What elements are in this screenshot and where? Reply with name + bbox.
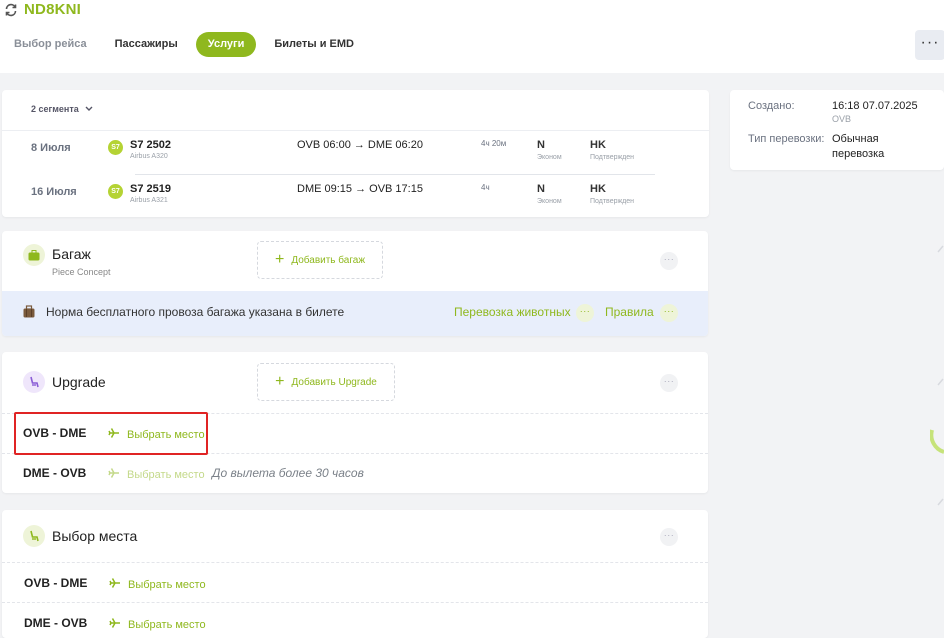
pnr-code: ND8KNI bbox=[24, 1, 82, 18]
transport-type-label: Тип перевозки: bbox=[748, 133, 825, 145]
segment-status-name: Подтвержден bbox=[590, 154, 635, 161]
background-decoration bbox=[930, 245, 944, 506]
top-bar: ND8KNI Выбор рейса Пассажиры Услуги Биле… bbox=[0, 0, 944, 73]
more-options-button[interactable]: ··· bbox=[915, 30, 944, 60]
baggage-more-button[interactable]: ··· bbox=[660, 252, 678, 270]
created-location: OVB bbox=[832, 114, 852, 124]
flight-number: S7 2502 bbox=[130, 139, 171, 151]
chevron-down-icon bbox=[85, 104, 93, 114]
plus-icon: + bbox=[275, 373, 285, 390]
baggage-info-band: Норма бесплатного провоза багажа указана… bbox=[2, 291, 708, 336]
divider bbox=[2, 562, 708, 563]
transport-type-value: Обычная bbox=[832, 133, 879, 145]
segment-status: HK bbox=[590, 183, 606, 195]
segment-route: OVB 06:00 → DME 06:20 bbox=[297, 139, 423, 151]
tab-tickets-emd[interactable]: Билеты и EMD bbox=[264, 32, 364, 57]
seat-selection-title: Выбор места bbox=[52, 528, 138, 544]
airplane-icon bbox=[109, 577, 121, 592]
segment-route: DME 09:15 → OVB 17:15 bbox=[297, 183, 423, 195]
tab-services[interactable]: Услуги bbox=[195, 32, 257, 57]
seat-selection-card: Выбор места ··· OVB - DME Выбрать место … bbox=[2, 510, 708, 638]
divider bbox=[2, 602, 708, 603]
pnr-header: ND8KNI bbox=[4, 1, 81, 18]
upgrade-more-button[interactable]: ··· bbox=[660, 374, 678, 392]
select-seat-button[interactable]: Выбрать место bbox=[109, 577, 206, 592]
tab-flight-selection[interactable]: Выбор рейса bbox=[4, 32, 97, 57]
baggage-title: Багаж bbox=[52, 246, 91, 262]
segment-row[interactable]: 8 Июля S7 S7 2502 Airbus A320 OVB 06:00 … bbox=[2, 136, 709, 168]
segment-date: 8 Июля bbox=[31, 142, 71, 154]
baggage-card: Багаж Piece Concept + Добавить багаж ···… bbox=[2, 231, 708, 336]
pet-transport-more-button[interactable]: ··· bbox=[576, 304, 594, 322]
airplane-icon bbox=[108, 467, 120, 482]
add-baggage-button[interactable]: + Добавить багаж bbox=[257, 241, 383, 279]
airline-logo-icon: S7 bbox=[108, 140, 123, 155]
created-value: 16:18 07.07.2025 bbox=[832, 100, 918, 112]
divider bbox=[2, 130, 709, 131]
add-upgrade-label: Добавить Upgrade bbox=[291, 376, 377, 388]
segments-count: 2 сегмента bbox=[31, 104, 79, 114]
upgrade-note: До вылета более 30 часов bbox=[212, 466, 364, 480]
baggage-allowance-note: Норма бесплатного провоза багажа указана… bbox=[46, 305, 345, 319]
luggage-icon bbox=[22, 305, 36, 322]
airline-logo-icon: S7 bbox=[108, 184, 123, 199]
select-seat-label: Выбрать место bbox=[128, 618, 206, 631]
segment-divider bbox=[135, 174, 655, 175]
segment-row[interactable]: 16 Июля S7 S7 2519 Airbus A321 DME 09:15… bbox=[2, 180, 709, 212]
tab-bar: Выбор рейса Пассажиры Услуги Билеты и EM… bbox=[4, 32, 372, 57]
segment-duration: 4ч bbox=[481, 183, 490, 192]
pet-transport-link[interactable]: Перевозка животных bbox=[454, 305, 571, 319]
booking-class: N bbox=[537, 139, 545, 151]
rules-link[interactable]: Правила bbox=[605, 305, 654, 319]
upgrade-route: DME - OVB bbox=[23, 466, 87, 480]
airplane-icon bbox=[109, 617, 121, 632]
select-seat-label: Выбрать место bbox=[128, 578, 206, 591]
seat-icon bbox=[23, 525, 45, 547]
flight-number: S7 2519 bbox=[130, 183, 171, 195]
seat-route: DME - OVB bbox=[24, 616, 88, 630]
booking-class: N bbox=[537, 183, 545, 195]
created-label: Создано: bbox=[748, 100, 795, 112]
seat-icon bbox=[23, 371, 45, 393]
booking-class-name: Эконом bbox=[537, 154, 562, 161]
segments-card: 2 сегмента 8 Июля S7 S7 2502 Airbus A320… bbox=[2, 90, 709, 217]
baggage-subtitle: Piece Concept bbox=[52, 267, 111, 277]
tab-passengers[interactable]: Пассажиры bbox=[105, 32, 188, 57]
select-seat-button[interactable]: Выбрать место bbox=[109, 617, 206, 632]
select-seat-label: Выбрать место bbox=[127, 468, 205, 481]
seat-selection-more-button[interactable]: ··· bbox=[660, 528, 678, 546]
select-seat-button-disabled: Выбрать место bbox=[108, 467, 205, 482]
segment-status-name: Подтвержден bbox=[590, 198, 635, 205]
segment-date: 16 Июля bbox=[31, 186, 77, 198]
booking-info-card: Создано: 16:18 07.07.2025 OVB Тип перево… bbox=[730, 90, 944, 170]
transport-type-value-cont: перевозка bbox=[832, 148, 885, 160]
segment-duration: 4ч 20м bbox=[481, 139, 507, 148]
aircraft-type: Airbus A321 bbox=[130, 197, 168, 204]
segments-toggle[interactable]: 2 сегмента bbox=[31, 104, 93, 114]
refresh-icon[interactable] bbox=[4, 3, 18, 17]
plus-icon: + bbox=[274, 251, 285, 268]
suitcase-icon bbox=[23, 244, 45, 266]
add-upgrade-button[interactable]: + Добавить Upgrade bbox=[257, 363, 395, 401]
highlight-box bbox=[14, 412, 208, 455]
seat-route: OVB - DME bbox=[24, 576, 88, 590]
booking-class-name: Эконом bbox=[537, 198, 562, 205]
aircraft-type: Airbus A320 bbox=[130, 153, 168, 160]
segment-status: HK bbox=[590, 139, 606, 151]
add-baggage-label: Добавить багаж bbox=[291, 254, 366, 266]
rules-more-button[interactable]: ··· bbox=[660, 304, 678, 322]
upgrade-title: Upgrade bbox=[52, 374, 106, 390]
